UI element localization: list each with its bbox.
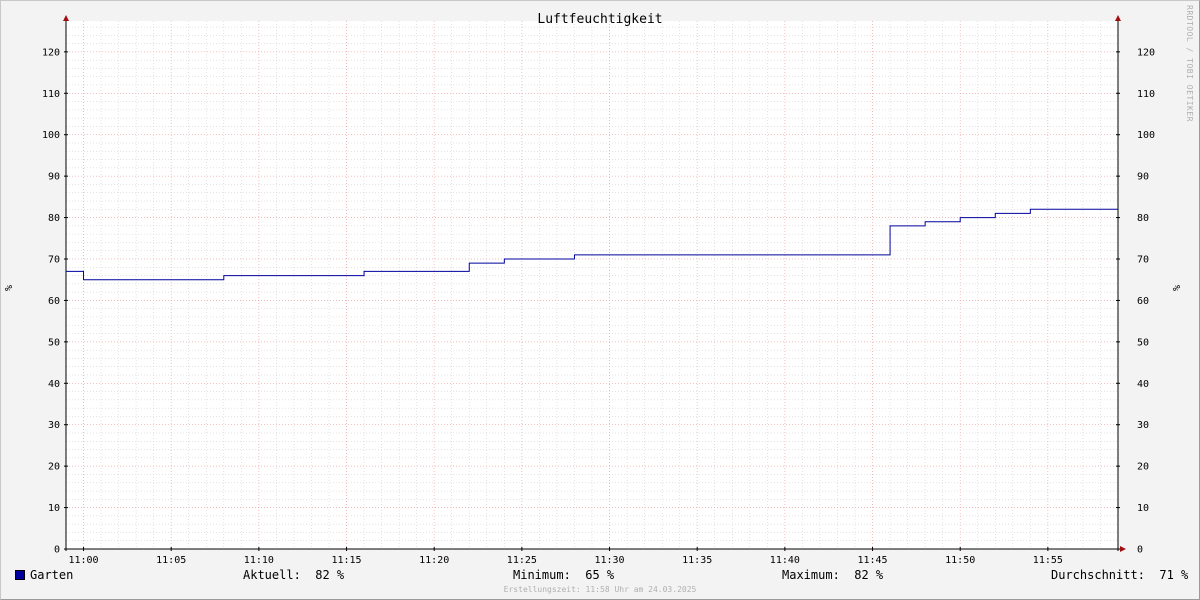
legend-durchschnitt: Durchschnitt: 71 %	[1051, 568, 1188, 582]
x-tick-label: 11:10	[244, 555, 274, 566]
y-tick-label-right: 0	[1137, 545, 1143, 556]
y-axis-label-right: %	[1172, 285, 1183, 291]
y-tick-label-left: 120	[42, 47, 60, 58]
legend-maximum-value: 82 %	[854, 568, 884, 582]
y-tick-label-right: 50	[1137, 337, 1149, 348]
y-tick-label-left: 10	[48, 503, 60, 514]
x-tick-label: 11:30	[594, 555, 624, 566]
y-tick-label-right: 40	[1137, 379, 1149, 390]
watermark: RRDTOOL / TOBI OETIKER	[1185, 5, 1194, 122]
chart: 0 0 10 10 20 20 30 30 40 40 50 50 60 60 70 70 80 80 90 90 10…	[4, 12, 1183, 566]
y-tick-label-right: 60	[1137, 296, 1149, 307]
chart-title: Luftfeuchtigkeit	[537, 12, 662, 27]
x-tick-label: 11:25	[507, 555, 537, 566]
x-tick-label: 11:40	[770, 555, 800, 566]
legend-minimum: Minimum: 65 %	[513, 568, 614, 582]
legend-aktuell-label: Aktuell:	[243, 568, 301, 582]
y-tick-label-right: 30	[1137, 420, 1149, 431]
legend-color-swatch	[15, 570, 25, 580]
x-tick-labels: 11:00 11:05 11:10 11:15 11:20 11:25 11:30 11:35…	[68, 555, 1062, 566]
y-tick-label-right: 20	[1137, 462, 1149, 473]
legend-maximum: Maximum: 82 %	[782, 568, 883, 582]
legend-durchschnitt-label: Durchschnitt:	[1051, 568, 1145, 582]
legend-durchschnitt-value: 71 %	[1159, 568, 1189, 582]
x-tick-label: 11:35	[682, 555, 712, 566]
y-tick-label-left: 40	[48, 379, 60, 390]
y-axis-arrow-left	[63, 15, 69, 21]
y-tick-label-left: 100	[42, 130, 60, 141]
y-tick-label-left: 70	[48, 255, 60, 266]
y-tick-label-right: 110	[1137, 89, 1155, 100]
y-tick-label-right: 90	[1137, 172, 1149, 183]
creation-time-footer: Erstellungszeit: 11:58 Uhr am 24.03.2025	[503, 585, 697, 594]
legend-aktuell-value: 82 %	[315, 568, 345, 582]
legend-series-name: Garten	[30, 568, 74, 582]
y-tick-label-left: 30	[48, 420, 60, 431]
x-tick-label: 11:55	[1033, 555, 1063, 566]
x-tick-label: 11:45	[857, 555, 887, 566]
x-tick-label: 11:05	[156, 555, 186, 566]
x-tick-label: 11:20	[419, 555, 449, 566]
legend-minimum-label: Minimum:	[513, 568, 571, 582]
y-tick-label-right: 10	[1137, 503, 1149, 514]
y-tick-label-right: 70	[1137, 255, 1149, 266]
y-tick-label-right: 80	[1137, 213, 1149, 224]
y-tick-label-left: 50	[48, 337, 60, 348]
y-tick-label-left: 110	[42, 89, 60, 100]
x-tick-label: 11:00	[68, 555, 98, 566]
y-axis-label-left: %	[4, 285, 15, 291]
legend-minimum-value: 65 %	[585, 568, 615, 582]
y-tick-label-left: 90	[48, 172, 60, 183]
legend-aktuell: Aktuell: 82 %	[243, 568, 344, 582]
x-axis-arrow	[1120, 546, 1126, 552]
y-axis-arrow-right	[1115, 15, 1121, 21]
y-tick-label-left: 60	[48, 296, 60, 307]
legend-maximum-label: Maximum:	[782, 568, 840, 582]
y-tick-label-left: 80	[48, 213, 60, 224]
x-tick-label: 11:15	[331, 555, 361, 566]
x-tick-label: 11:50	[945, 555, 975, 566]
y-tick-label-left: 20	[48, 462, 60, 473]
y-tick-label-right: 100	[1137, 130, 1155, 141]
y-tick-label-left: 0	[54, 545, 60, 556]
y-tick-label-right: 120	[1137, 47, 1155, 58]
